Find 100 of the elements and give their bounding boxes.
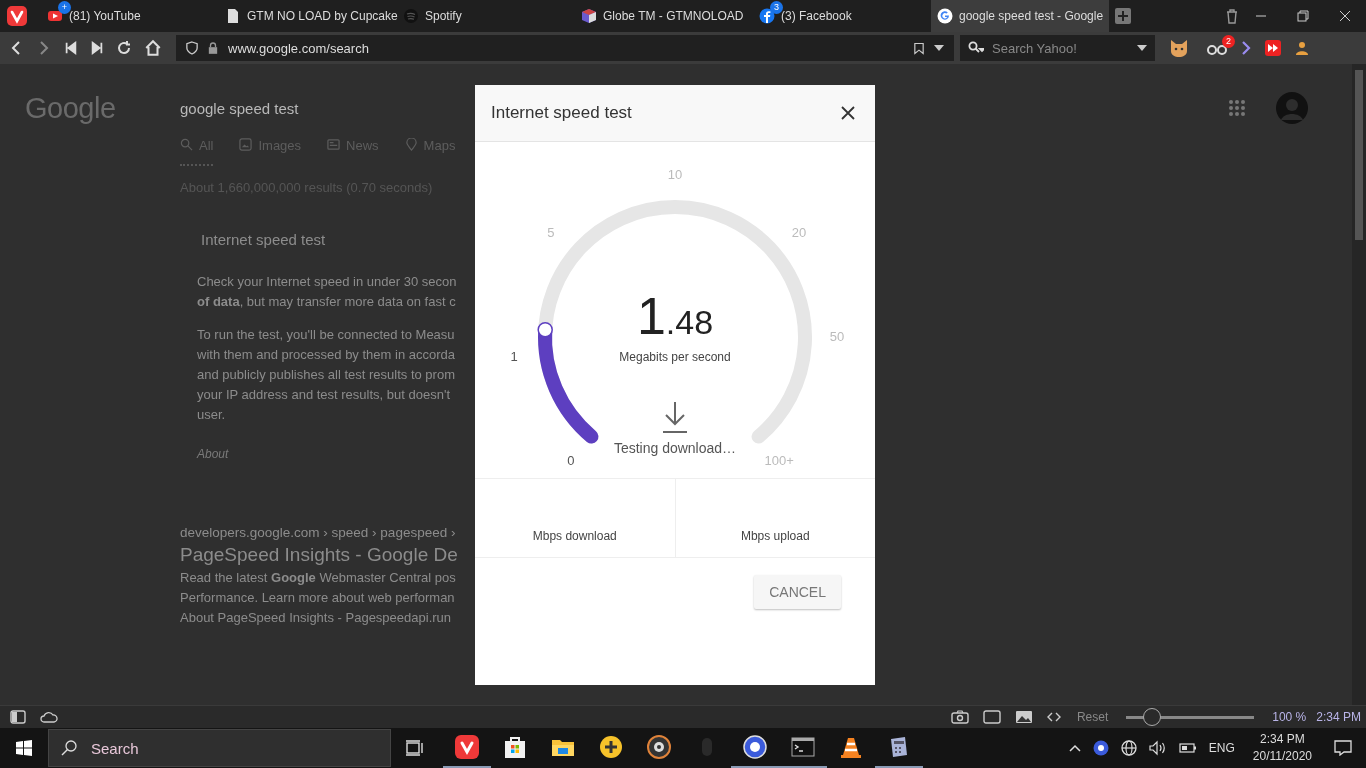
tab-title: google speed test - Google bbox=[959, 9, 1104, 23]
gauge-tick-label: 0 bbox=[567, 453, 575, 469]
apps-icon[interactable] bbox=[1228, 99, 1246, 117]
search-icon bbox=[968, 41, 984, 55]
fast-forward-icon[interactable] bbox=[90, 41, 104, 55]
pin-icon bbox=[404, 138, 418, 151]
browser-logo-icon[interactable] bbox=[7, 6, 27, 26]
new-tab-icon[interactable] bbox=[1115, 8, 1131, 24]
card-title: Internet speed test bbox=[201, 231, 327, 248]
address-field[interactable]: www.google.com/search bbox=[176, 35, 954, 61]
gauge-tick-label: 50 bbox=[829, 329, 845, 344]
tab-title: (81) YouTube bbox=[69, 9, 141, 23]
home-icon[interactable] bbox=[144, 39, 162, 57]
browser-tab[interactable]: 3 (3) Facebook bbox=[753, 0, 931, 32]
tab-title: Globe TM - GTMNOLOAD bbox=[603, 9, 744, 23]
dropdown-icon[interactable] bbox=[934, 45, 944, 51]
result-snippet: Performance. Learn more about web performan bbox=[180, 589, 455, 607]
camera-icon[interactable] bbox=[950, 710, 969, 724]
clock-date[interactable]: 20/11/2020 bbox=[1252, 748, 1312, 765]
task-view-icon[interactable] bbox=[405, 740, 423, 756]
browser-tab[interactable]: GTM NO LOAD by Cupcake bbox=[219, 0, 397, 32]
result-snippet: About PageSpeed Insights - Pagespeedapi.run bbox=[180, 609, 452, 627]
speed-unit: Megabits per second bbox=[619, 350, 731, 364]
speed-reading: 1.48 bbox=[636, 292, 714, 346]
test-status: Testing download… bbox=[613, 440, 737, 456]
cloud-icon[interactable] bbox=[40, 711, 58, 723]
browser-tab[interactable]: google speed test - Google bbox=[931, 0, 1109, 32]
result-breadcrumb: developers.google.com › speed › pagespeed › bbox=[180, 525, 456, 540]
trash-icon[interactable] bbox=[1224, 8, 1240, 24]
clock: 2:34 PM bbox=[1316, 710, 1361, 724]
music-icon bbox=[403, 8, 419, 24]
text-line: To run the test, you'll be connected to Measu bbox=[197, 326, 455, 344]
window-icon[interactable] bbox=[982, 710, 1001, 724]
person-icon[interactable] bbox=[1295, 40, 1311, 56]
gauge-tick-label: 1 bbox=[510, 348, 518, 364]
cancel-button[interactable]: CANCEL bbox=[754, 575, 841, 609]
cat-icon[interactable] bbox=[1169, 38, 1189, 58]
search-field[interactable]: Search Yahoo! bbox=[990, 39, 1131, 57]
social-icon bbox=[759, 8, 775, 24]
gauge-tick-label: 20 bbox=[791, 224, 807, 240]
gauge-tick-label: 5 bbox=[547, 224, 555, 240]
download-icon bbox=[662, 400, 688, 434]
globe-icon[interactable] bbox=[1120, 740, 1137, 756]
reset-link[interactable]: Reset bbox=[1076, 710, 1109, 724]
bookmark-icon[interactable] bbox=[914, 41, 924, 55]
text-line: of data, but may transfer more data on fast c bbox=[197, 293, 456, 311]
chevron-up-icon[interactable] bbox=[1068, 744, 1081, 752]
search-query[interactable]: google speed test bbox=[180, 99, 299, 117]
text-line: with them and processed by them in accorda bbox=[197, 346, 455, 364]
result-title[interactable]: PageSpeed Insights - Google De bbox=[180, 544, 458, 566]
image-icon[interactable] bbox=[1014, 710, 1033, 724]
search-icon bbox=[61, 740, 77, 756]
result-snippet: Read the latest Google Webmaster Central pos bbox=[180, 569, 456, 587]
image-icon bbox=[239, 138, 253, 151]
browser-tab[interactable]: Globe TM - GTMNOLOAD bbox=[575, 0, 753, 32]
start-icon[interactable] bbox=[16, 740, 32, 756]
news-icon bbox=[327, 138, 341, 151]
logo: Google bbox=[25, 91, 117, 125]
notification-icon[interactable] bbox=[1334, 740, 1352, 756]
text-line: user. bbox=[197, 406, 226, 424]
volume-icon[interactable] bbox=[1148, 740, 1167, 756]
restore-icon[interactable] bbox=[1297, 10, 1309, 22]
notification-badge: + bbox=[58, 1, 71, 14]
search-icon bbox=[180, 138, 193, 151]
gauge-thumb bbox=[537, 322, 553, 338]
chevron-right-icon[interactable] bbox=[1241, 41, 1251, 55]
code-icon[interactable] bbox=[1046, 712, 1061, 722]
taskbar-search-field[interactable]: Search bbox=[89, 738, 378, 758]
language-indicator[interactable]: ENG bbox=[1208, 741, 1235, 755]
reload-icon[interactable] bbox=[116, 40, 132, 56]
browser-tab[interactable]: + (81) YouTube bbox=[41, 0, 219, 32]
dropdown-icon[interactable] bbox=[1137, 45, 1147, 51]
tab-title: GTM NO LOAD by Cupcake bbox=[247, 9, 398, 23]
close-icon[interactable] bbox=[841, 106, 855, 120]
text-line: Check your Internet speed in under 30 secon bbox=[197, 273, 457, 291]
gauge-tick-label: 100+ bbox=[764, 453, 794, 469]
rewind-icon[interactable] bbox=[64, 41, 78, 55]
battery-icon[interactable] bbox=[1178, 743, 1197, 753]
scrollbar[interactable] bbox=[1352, 64, 1366, 705]
lock-icon bbox=[208, 42, 218, 54]
notification-badge: 2 bbox=[1222, 35, 1235, 48]
document-icon bbox=[225, 8, 241, 24]
video-icon bbox=[47, 8, 63, 24]
search-bar[interactable]: Search Yahoo! bbox=[960, 35, 1155, 61]
browser-tab[interactable]: Spotify bbox=[397, 0, 575, 32]
clock-time[interactable]: 2:34 PM bbox=[1260, 731, 1305, 748]
text-line: your IP address and test results, but doesn't bbox=[197, 386, 450, 404]
google-icon bbox=[937, 8, 953, 24]
result-label: Mbps upload bbox=[740, 529, 810, 543]
cube-icon bbox=[581, 8, 597, 24]
notification-badge: 3 bbox=[770, 1, 783, 14]
gauge-tick-label: 10 bbox=[667, 167, 683, 182]
hpf-tray-icon[interactable] bbox=[1092, 740, 1109, 756]
fast-forward-icon[interactable] bbox=[1265, 40, 1281, 56]
zoom-reading: 100 % bbox=[1272, 710, 1307, 724]
taskbar-search-bar[interactable]: Search bbox=[48, 729, 391, 767]
dialog-title: Internet speed test bbox=[491, 103, 632, 123]
panel-toggle-icon[interactable] bbox=[10, 710, 26, 724]
result-label: Mbps download bbox=[532, 529, 617, 543]
tab-title: (3) Facebook bbox=[781, 9, 852, 23]
